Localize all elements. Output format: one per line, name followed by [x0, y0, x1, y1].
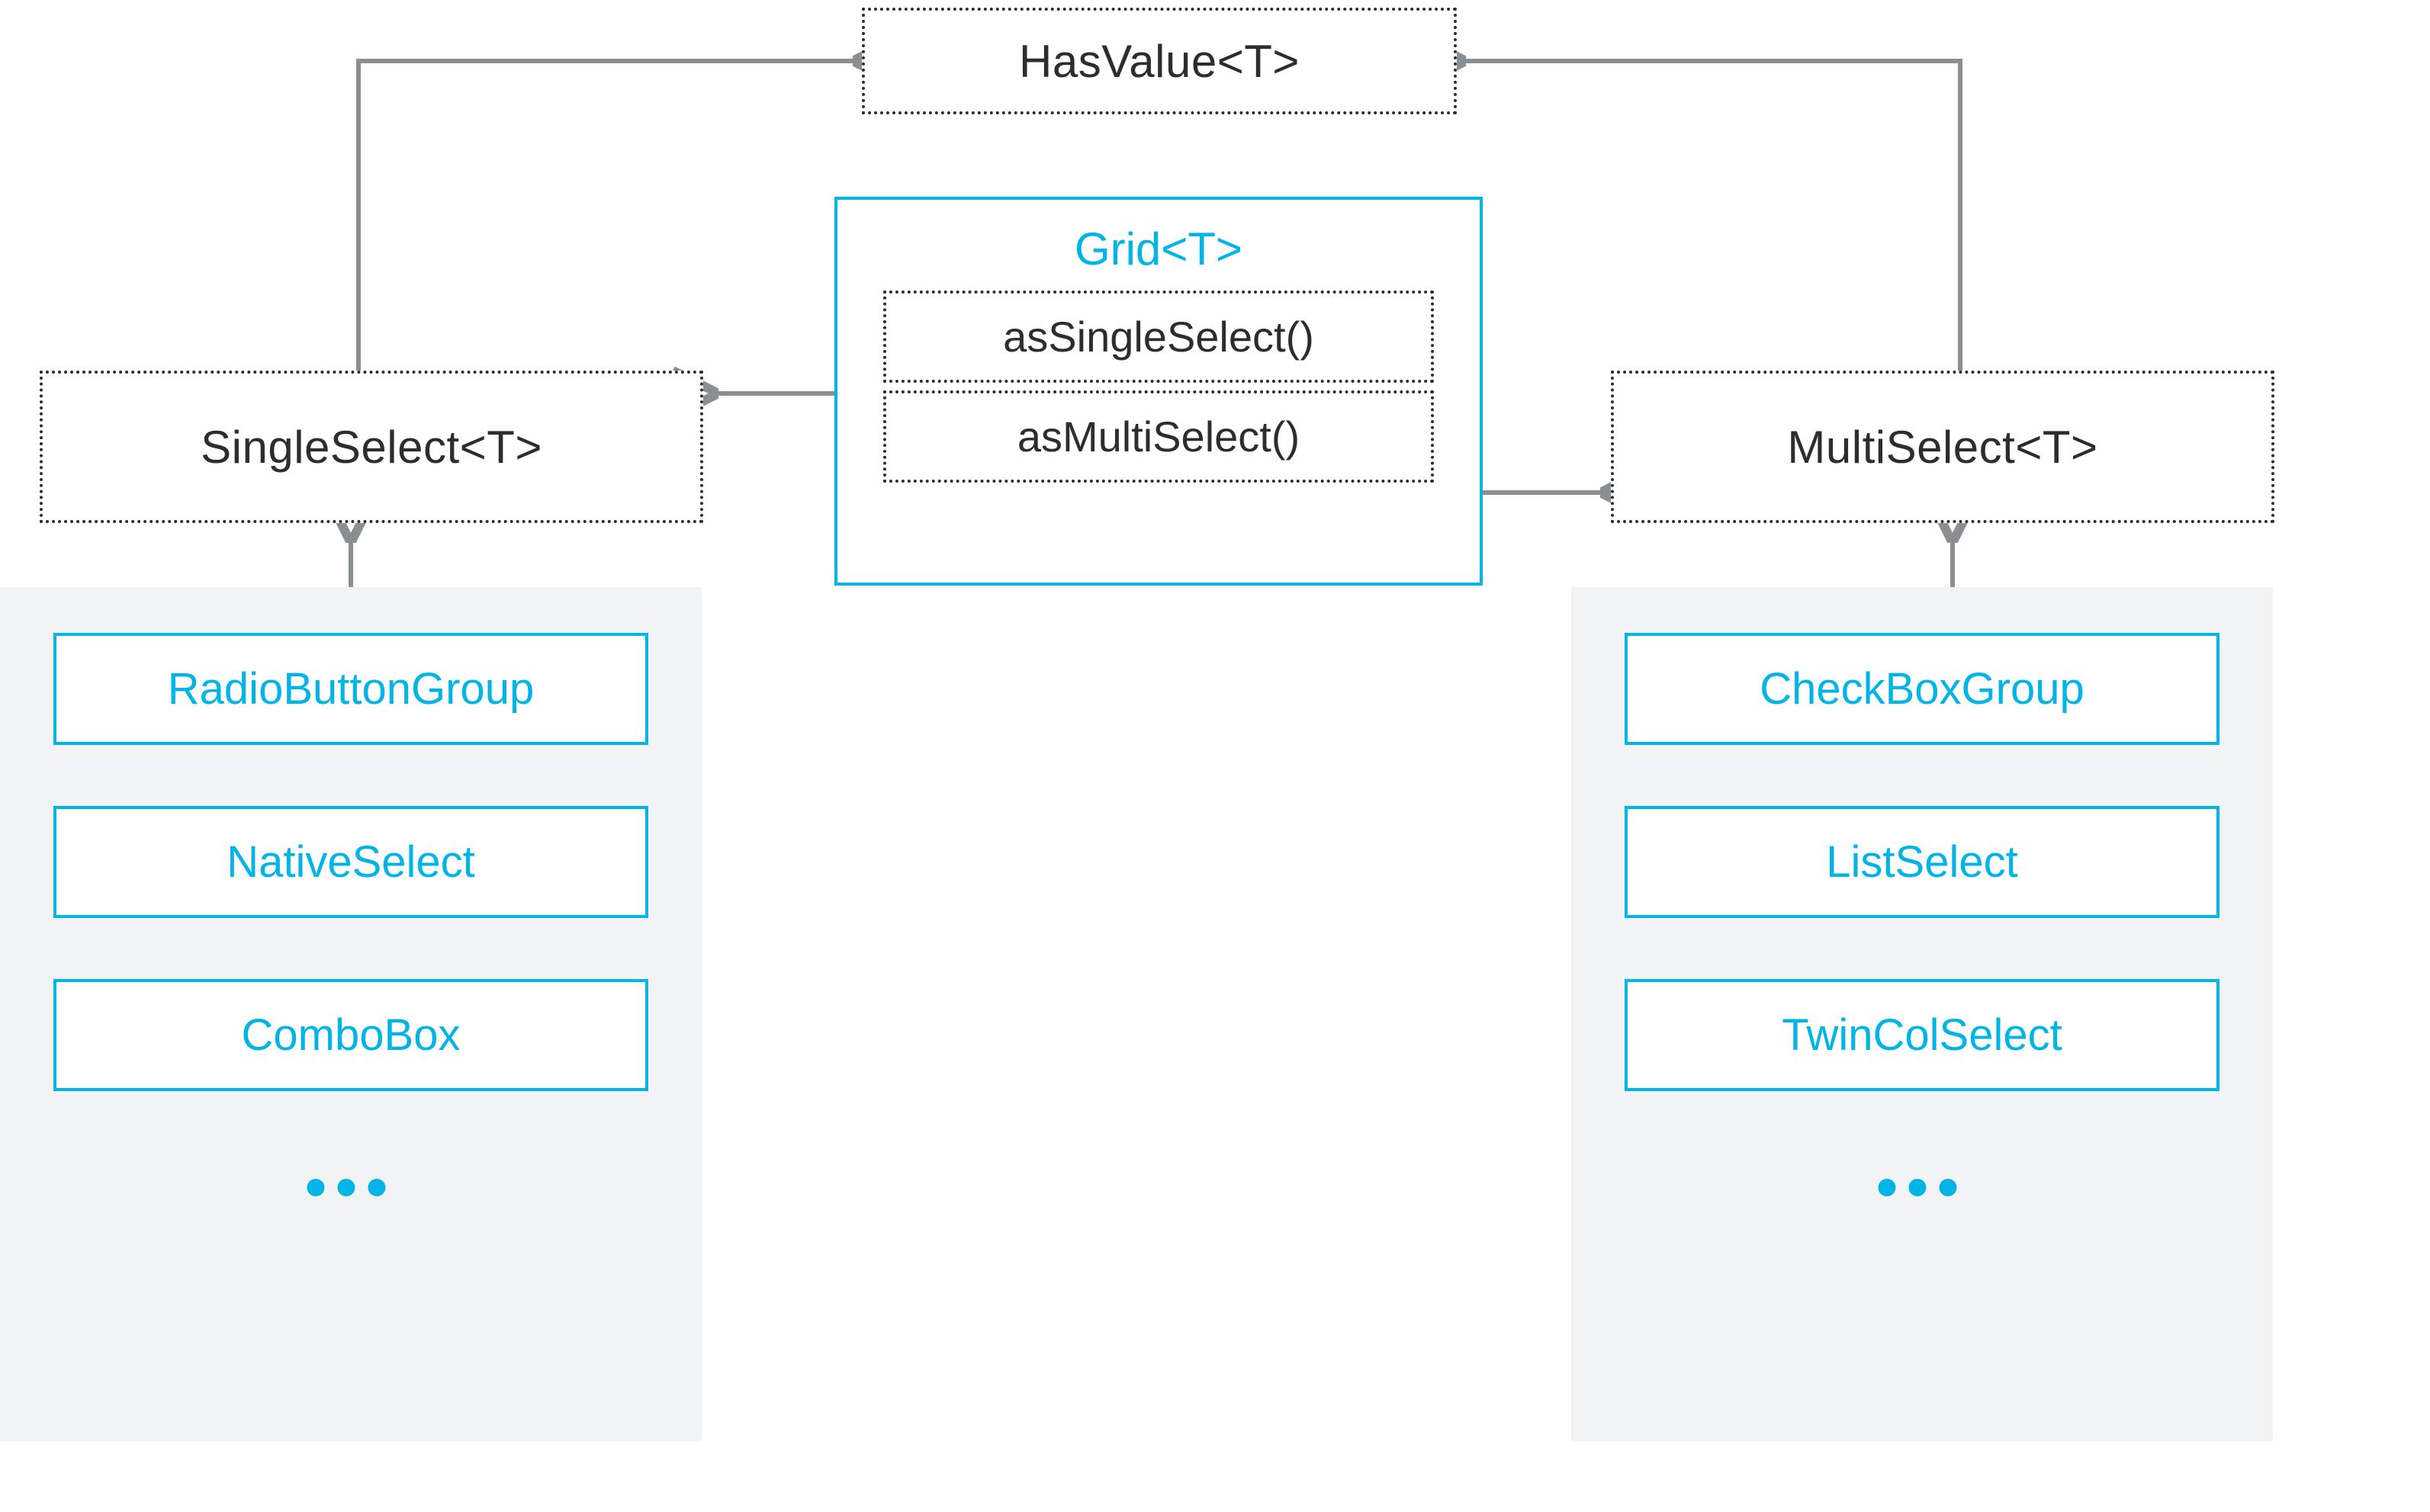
impl-checkboxgroup: CheckBoxGroup: [1625, 633, 2219, 745]
grid-assingleselect-method: asSingleSelect(): [883, 291, 1434, 383]
hasvalue-label: HasValue<T>: [1019, 35, 1300, 88]
grid-title: Grid<T>: [837, 200, 1480, 291]
grid-class-box: Grid<T> asSingleSelect() asMultiSelect(): [834, 197, 1483, 586]
singleselect-label: SingleSelect<T>: [201, 421, 542, 474]
impl-listselect: ListSelect: [1625, 806, 2219, 918]
impl-nativeselect: NativeSelect: [53, 806, 648, 918]
impl-combobox: ComboBox: [53, 979, 648, 1091]
multiselect-implementations-panel: CheckBoxGroup ListSelect TwinColSelect •…: [1571, 587, 2273, 1441]
diagram-canvas: HasValue<T> SingleSelect<T> MultiSelect<…: [0, 0, 2430, 1512]
hasvalue-interface-box: HasValue<T>: [862, 8, 1457, 114]
multiselect-label: MultiSelect<T>: [1787, 421, 2097, 474]
impl-radiobuttongroup: RadioButtonGroup: [53, 633, 648, 745]
grid-asmultiselect-method: asMultiSelect(): [883, 390, 1434, 483]
multiselect-interface-box: MultiSelect<T>: [1611, 371, 2274, 523]
singleselect-implementations-panel: RadioButtonGroup NativeSelect ComboBox •…: [0, 587, 702, 1441]
singleselect-interface-box: SingleSelect<T>: [40, 371, 703, 523]
multiselect-ellipsis: •••: [1625, 1152, 2219, 1222]
impl-twincolselect: TwinColSelect: [1625, 979, 2219, 1091]
singleselect-ellipsis: •••: [53, 1152, 648, 1222]
